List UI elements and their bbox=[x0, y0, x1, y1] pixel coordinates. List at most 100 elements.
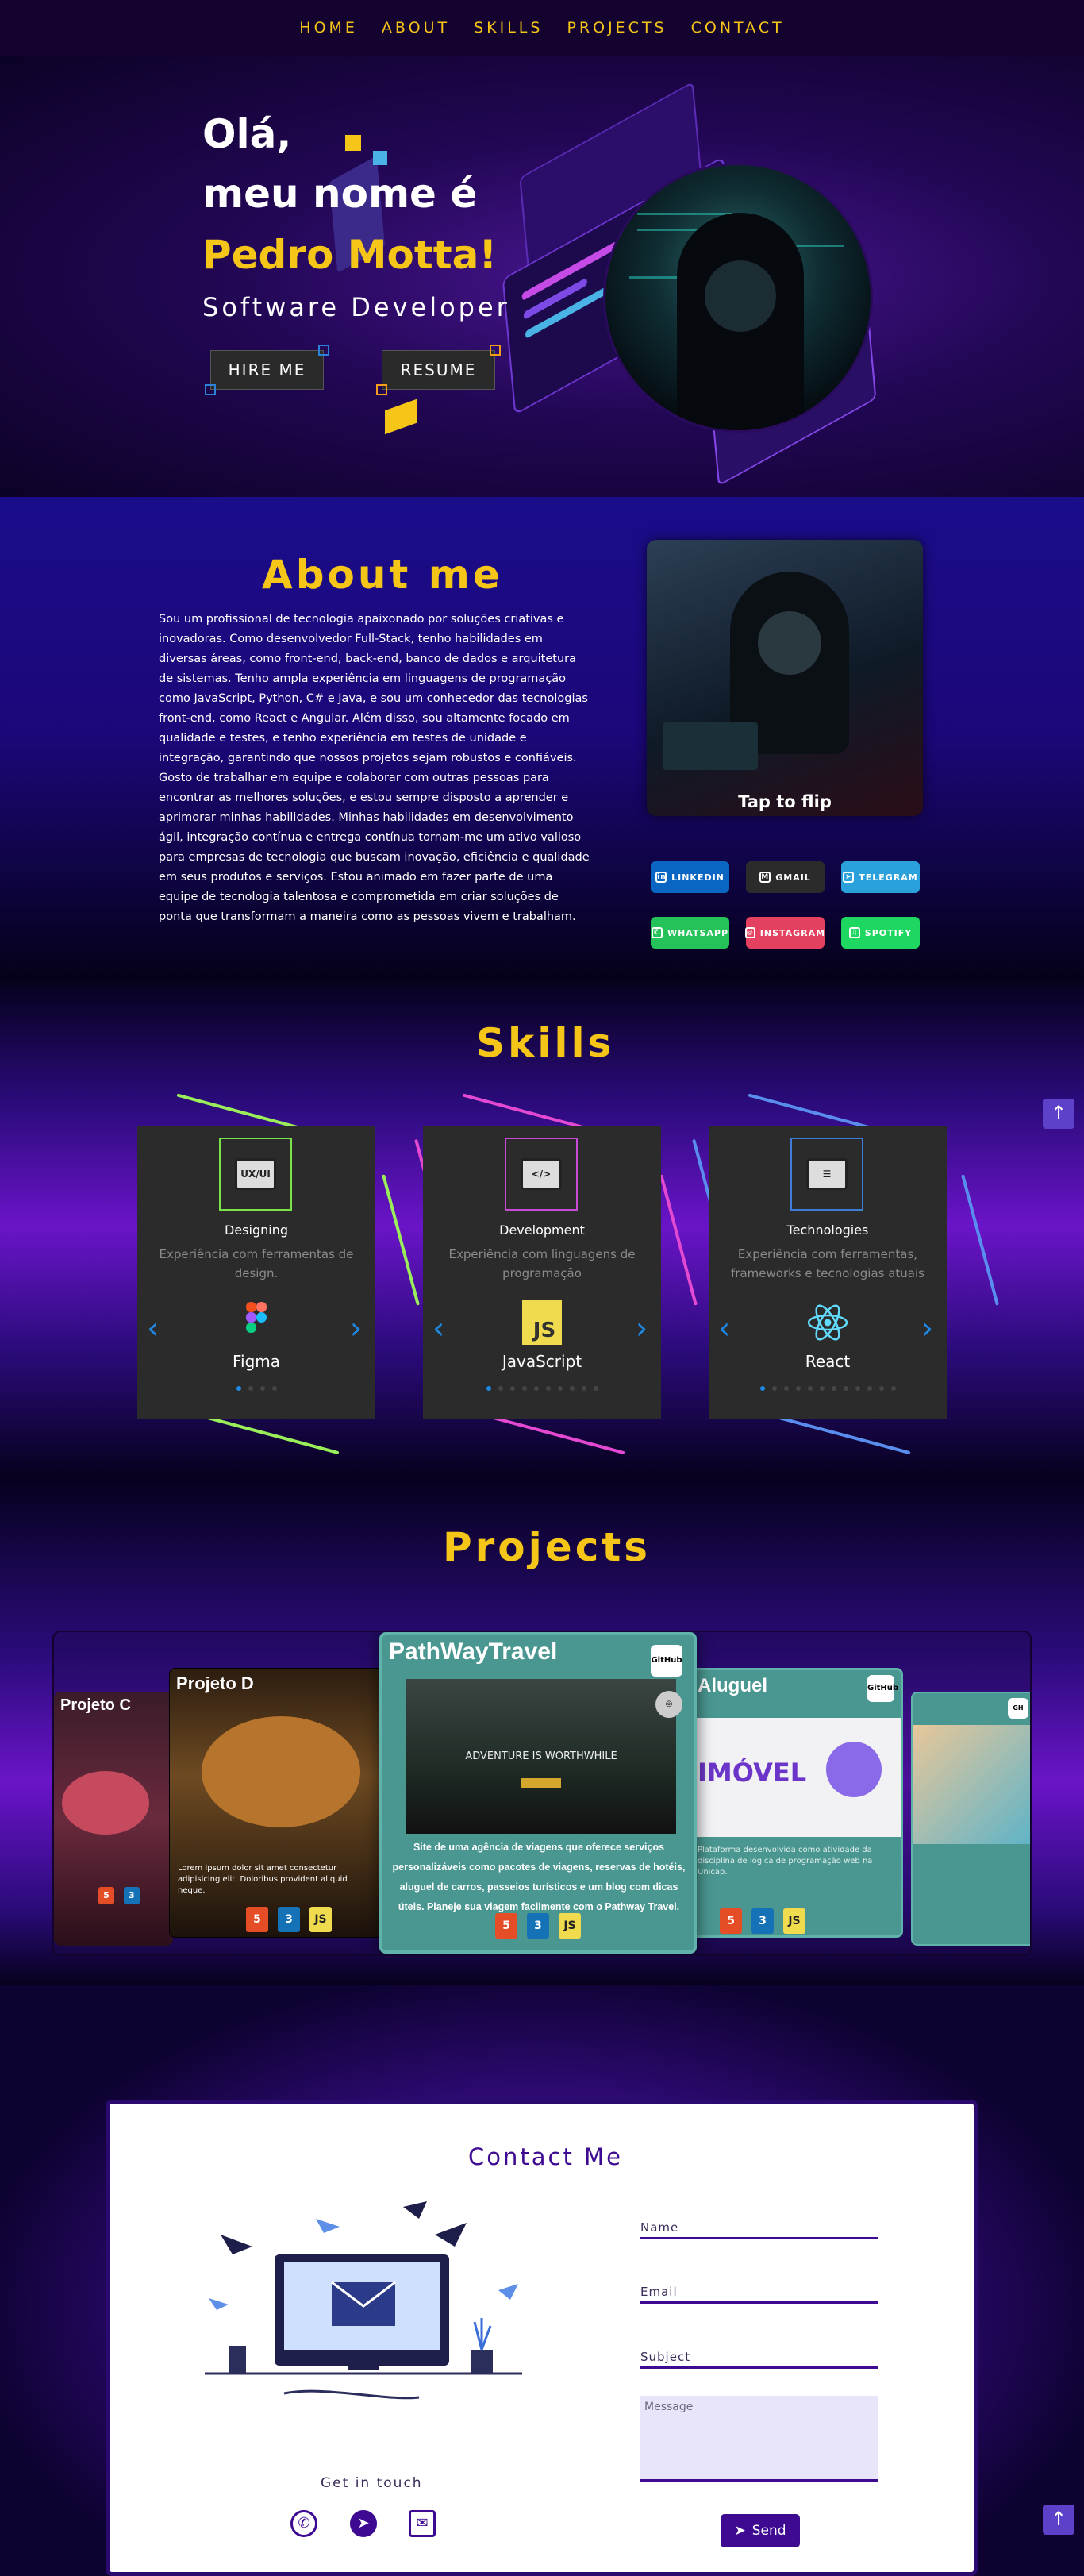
carousel-dots[interactable] bbox=[423, 1386, 661, 1391]
svg-text:JS: JS bbox=[532, 1319, 555, 1342]
get-in-touch-label: Get in touch bbox=[321, 2475, 423, 2491]
email-illustration bbox=[205, 2201, 522, 2400]
project-card[interactable]: GH bbox=[911, 1692, 1030, 1946]
email-field[interactable] bbox=[640, 2301, 878, 2304]
tech-badges: 53 bbox=[94, 1886, 144, 1904]
skill-description: Experiência com ferramentas de design. bbox=[159, 1247, 354, 1280]
skill-description: Experiência com ferramentas, frameworks … bbox=[731, 1247, 924, 1280]
corner-decoration bbox=[376, 384, 387, 395]
top-nav: HOME ABOUT SKILLS PROJECTS CONTACT bbox=[0, 0, 1084, 56]
send-label: Send bbox=[751, 2523, 786, 2539]
subject-field-label: Subject bbox=[640, 2350, 691, 2364]
project-card[interactable]: Projeto D Lorem ipsum dolor sit amet con… bbox=[169, 1668, 383, 1938]
project-card[interactable]: Aluguel GitHub IMÓVEL Plataforma desenvo… bbox=[689, 1668, 903, 1938]
skill-title: Technologies bbox=[786, 1223, 869, 1238]
figma-icon bbox=[246, 1302, 267, 1333]
linkedin-icon: in bbox=[655, 872, 667, 883]
instagram-button[interactable]: ◎ INSTAGRAM bbox=[744, 917, 825, 949]
project-description: Plataforma desenvolvida como atividade d… bbox=[698, 1846, 873, 1877]
telegram-button[interactable]: ➤ TELEGRAM bbox=[841, 861, 920, 893]
iso-blue-block bbox=[373, 151, 387, 165]
github-icon[interactable]: GitHub bbox=[867, 1675, 898, 1702]
carousel-dot[interactable] bbox=[271, 1386, 277, 1391]
project-card-active[interactable]: PathWayTravel GitHub ADVENTURE IS WORTHW… bbox=[379, 1632, 697, 1954]
subject-field[interactable] bbox=[640, 2366, 878, 2369]
project-description: Lorem ipsum dolor sit amet consectetur a… bbox=[178, 1864, 348, 1895]
project-screenshot bbox=[913, 1725, 1030, 1844]
tech-badges: 5 3 JS bbox=[382, 1913, 694, 1939]
prev-arrow-icon[interactable]: ‹ bbox=[718, 1313, 734, 1343]
about-paragraph: Sou um profissional de tecnologia apaixo… bbox=[159, 613, 590, 923]
send-button[interactable]: ➤ Send bbox=[721, 2514, 800, 2547]
skill-title: Designing bbox=[225, 1223, 288, 1238]
next-arrow-icon[interactable]: › bbox=[350, 1313, 366, 1343]
hacker-avatar-image bbox=[603, 163, 873, 433]
nav-about[interactable]: ABOUT bbox=[382, 19, 450, 37]
skill-card-development: </> Development Experiência com linguage… bbox=[423, 1126, 661, 1419]
whatsapp-icon[interactable]: ✆ bbox=[290, 2510, 317, 2537]
nav-home[interactable]: HOME bbox=[299, 19, 358, 37]
iso-yellow-block bbox=[345, 135, 361, 151]
globe-icon[interactable]: ◎ bbox=[655, 1691, 682, 1718]
about-title: About me bbox=[262, 552, 503, 598]
resume-button[interactable]: RESUME bbox=[376, 345, 501, 395]
corner-decoration bbox=[490, 345, 501, 356]
message-placeholder: Message bbox=[644, 2401, 694, 2413]
gmail-button[interactable]: M GMAIL bbox=[746, 861, 825, 893]
carousel-dot[interactable] bbox=[248, 1386, 253, 1391]
message-field[interactable]: Message bbox=[640, 2396, 878, 2482]
pancakes-image bbox=[202, 1716, 360, 1827]
skill-card-designing: UX/UI Designing Experiência com ferramen… bbox=[137, 1126, 375, 1419]
project-description: Site de uma agência de viagens que ofere… bbox=[392, 1842, 686, 1912]
linkedin-button[interactable]: in LINKEDIN bbox=[651, 861, 729, 893]
prev-arrow-icon[interactable]: ‹ bbox=[432, 1313, 448, 1343]
project-screenshot: ADVENTURE IS WORTHWHILE bbox=[406, 1679, 676, 1834]
telegram-icon: ➤ bbox=[843, 872, 855, 883]
skill-tech-name: Figma bbox=[232, 1352, 281, 1371]
github-icon[interactable]: GH bbox=[1008, 1698, 1028, 1719]
telegram-icon[interactable]: ➤ bbox=[350, 2510, 377, 2537]
email-field-label: Email bbox=[640, 2285, 678, 2299]
name-field[interactable] bbox=[640, 2237, 878, 2239]
carousel-dots[interactable] bbox=[137, 1386, 375, 1391]
scroll-to-top-button[interactable]: ↑ bbox=[1043, 1099, 1074, 1129]
nav-projects[interactable]: PROJECTS bbox=[567, 19, 667, 37]
scroll-to-top-button[interactable]: ↑ bbox=[1043, 2505, 1074, 2535]
projects-title: Projects bbox=[443, 1524, 652, 1570]
name-field-label: Name bbox=[640, 2220, 679, 2235]
whatsapp-button[interactable]: ✆ WHATSAPP bbox=[651, 917, 729, 949]
nav-skills[interactable]: SKILLS bbox=[474, 19, 543, 37]
next-arrow-icon[interactable]: › bbox=[921, 1313, 937, 1343]
next-arrow-icon[interactable]: › bbox=[636, 1313, 652, 1343]
flip-card-image[interactable] bbox=[647, 540, 923, 816]
tap-to-flip-label: Tap to flip bbox=[738, 792, 832, 811]
carousel-dot[interactable] bbox=[259, 1386, 265, 1391]
carousel-dots[interactable] bbox=[709, 1386, 947, 1391]
hero-intro: meu nome é bbox=[202, 171, 478, 217]
project-card[interactable]: Projeto C 53 bbox=[54, 1692, 173, 1946]
dashboard-monitor-icon: ☰ bbox=[790, 1138, 863, 1211]
hire-me-button[interactable]: HIRE ME bbox=[205, 345, 329, 395]
skill-tech-name: React bbox=[805, 1352, 851, 1371]
corner-decoration bbox=[205, 384, 216, 395]
project-title: Aluguel bbox=[698, 1675, 767, 1696]
mail-icon[interactable]: ✉ bbox=[409, 2510, 436, 2537]
project-title: Projeto D bbox=[176, 1673, 254, 1693]
cake-image bbox=[62, 1771, 149, 1835]
nav-contact[interactable]: CONTACT bbox=[691, 19, 785, 37]
react-icon bbox=[808, 1304, 848, 1341]
tech-badges: 5 3 JS bbox=[241, 1907, 336, 1932]
instagram-icon: ◎ bbox=[744, 927, 755, 938]
tech-badges: 5 3 JS bbox=[715, 1908, 810, 1934]
skill-tech-name: JavaScript bbox=[502, 1352, 582, 1371]
github-icon[interactable]: GitHub bbox=[651, 1645, 682, 1677]
iso-yellow-card bbox=[385, 399, 417, 435]
whatsapp-icon: ✆ bbox=[651, 927, 663, 938]
carousel-dot[interactable] bbox=[236, 1386, 241, 1391]
prev-arrow-icon[interactable]: ‹ bbox=[147, 1313, 163, 1343]
skills-title: Skills bbox=[476, 1020, 615, 1066]
skill-description: Experiência com linguagens de programaçã… bbox=[448, 1247, 636, 1280]
spotify-button[interactable]: ♫ SPOTIFY bbox=[841, 917, 920, 949]
hero-section bbox=[0, 56, 1084, 497]
javascript-icon: JS bbox=[522, 1300, 562, 1345]
